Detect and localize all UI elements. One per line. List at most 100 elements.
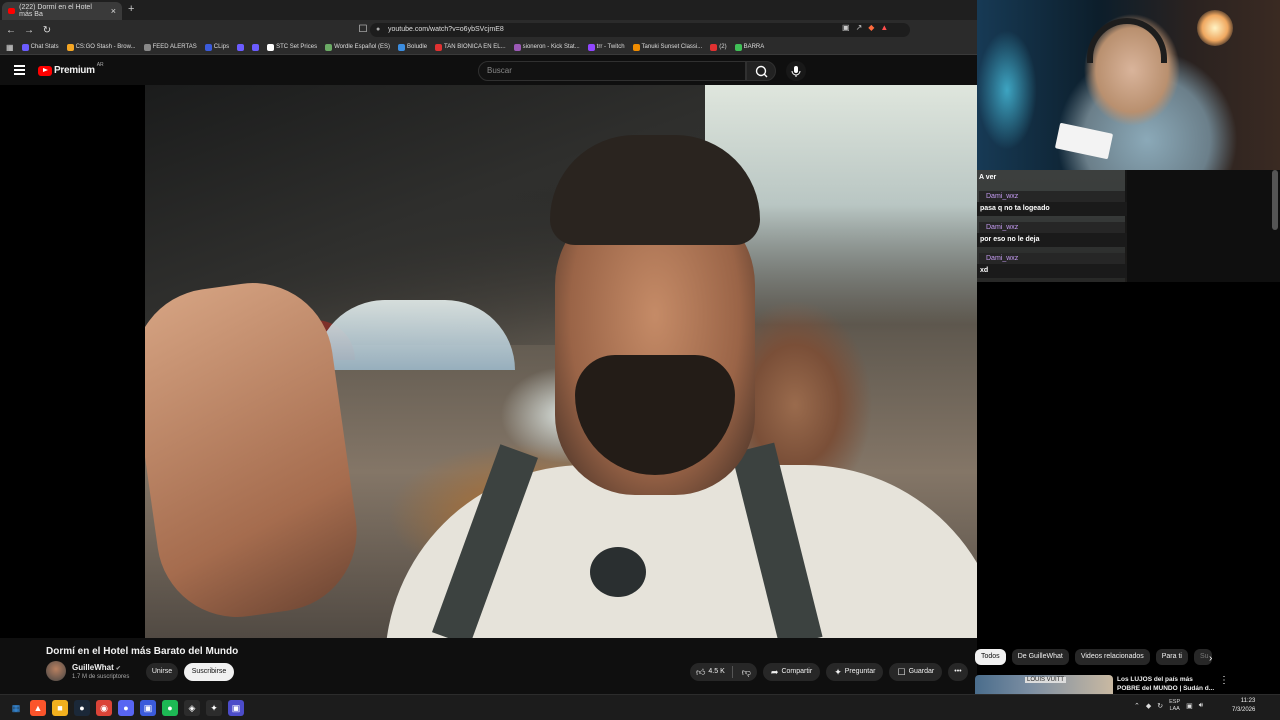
thumbs-down-icon: 👎︎ <box>741 667 751 677</box>
search-input[interactable]: Buscar <box>478 61 746 81</box>
subscribe-button[interactable]: Suscribirse <box>184 663 234 681</box>
share-page-icon[interactable]: ↗ <box>856 23 863 32</box>
webcam-lamp <box>1197 10 1233 46</box>
bookmarks-bar: ▦ Chat Stats CS:GO Stash - Brow... FEED … <box>0 40 977 55</box>
bookmark-item[interactable]: Boludle <box>398 43 427 51</box>
thumbs-up-icon: 👍︎ <box>696 667 706 677</box>
tray-sync-icon[interactable]: ↻ <box>1157 702 1163 710</box>
language-indicator[interactable]: ESP LAA <box>1169 699 1180 713</box>
chevron-right-icon[interactable]: › <box>1209 653 1212 664</box>
bookmark-item[interactable]: Wordle Español (ES) <box>325 43 390 51</box>
chip-related[interactable]: Videos relacionados <box>1074 649 1150 665</box>
bookmark-favicon-icon <box>237 43 245 51</box>
chip-for-you[interactable]: Para ti <box>1155 649 1188 665</box>
close-tab-icon[interactable]: × <box>111 6 116 16</box>
join-button[interactable]: Unirse <box>146 663 178 681</box>
bookmark-item[interactable]: CS:GO Stash - Brow... <box>66 43 136 51</box>
channel-avatar[interactable] <box>46 661 66 681</box>
brave-browser-icon[interactable]: ▲ <box>30 700 46 716</box>
network-app-icon[interactable]: ✦ <box>206 700 222 716</box>
bookmark-item[interactable]: BARRA <box>734 43 764 51</box>
tray-app-icon[interactable]: ◆ <box>1146 702 1151 710</box>
bookmark-favicon-icon <box>734 43 742 51</box>
chat-username: Dami_wxz <box>979 222 1125 233</box>
bookmark-item[interactable]: STC Set Prices <box>267 43 317 51</box>
bookmark-item[interactable]: Chat Stats <box>21 43 59 51</box>
discord-icon[interactable]: ● <box>118 700 134 716</box>
sparkle-icon: ✦ <box>834 667 842 677</box>
youtube-logo[interactable]: Premium AR <box>38 62 104 76</box>
new-tab-button[interactable]: + <box>128 3 134 15</box>
video-lapel-mic <box>590 547 646 597</box>
chrome-icon[interactable]: ◉ <box>96 700 112 716</box>
tray-chevron-up-icon[interactable]: ⌃ <box>1134 702 1140 710</box>
chip-from-channel[interactable]: De GuilleWhat <box>1011 649 1069 665</box>
streamer-webcam <box>977 0 1280 170</box>
bookmark-item[interactable]: TAN BIONICA EN EL... <box>435 43 506 51</box>
save-button[interactable]: ☐ Guardar <box>889 663 943 681</box>
spotify-icon[interactable]: ● <box>162 700 178 716</box>
youtube-play-logo-icon <box>38 65 52 76</box>
steam-icon[interactable]: ● <box>74 700 90 716</box>
dislike-button[interactable]: 👎︎ <box>736 663 757 681</box>
recommendation-chips: Todos De GuilleWhat Videos relacionados … <box>975 649 1212 665</box>
bookmark-favicon-icon <box>435 43 443 51</box>
browser-tab-bar: (222) Dormí en el Hotel más Ba × + <box>0 0 977 20</box>
site-info-icon[interactable]: ● <box>376 23 380 37</box>
channel-name[interactable]: GuilleWhat ✔ <box>72 663 121 672</box>
bookmark-favicon-icon <box>204 43 212 51</box>
bookmark-favicon-icon <box>325 43 333 51</box>
forward-arrow-icon[interactable]: → <box>22 25 36 36</box>
monitor-app-icon[interactable]: ▣ <box>140 700 156 716</box>
more-vertical-icon[interactable]: ⋮ <box>1219 675 1229 686</box>
system-clock[interactable]: 11:23 7/3/2026 <box>1232 697 1255 715</box>
bookmark-item[interactable]: (2) <box>710 43 727 51</box>
bookmark-star-icon[interactable]: ☐ <box>356 24 370 35</box>
webcam-led-glow <box>977 30 1037 150</box>
app-icon[interactable]: ◈ <box>184 700 200 716</box>
system-tray: ⌃ ◆ ↻ ESP LAA ▣ 🔊︎ <box>1134 699 1203 713</box>
windows-start-icon[interactable]: ▦ <box>8 700 24 716</box>
windows-taskbar: ▦ ▲ ■ ● ◉ ● ▣ ● ◈ ✦ ▣ ⌃ ◆ ↻ ESP LAA ▣ 🔊︎ … <box>0 694 1280 720</box>
like-button[interactable]: 👍︎ 4.5 K <box>690 663 729 681</box>
bookmark-favicon-icon <box>66 43 74 51</box>
file-explorer-icon[interactable]: ■ <box>52 700 68 716</box>
volume-icon[interactable]: 🔊︎ <box>1199 702 1203 710</box>
bookmark-favicon-icon <box>21 43 29 51</box>
page-scrollbar[interactable] <box>1272 170 1278 230</box>
hamburger-menu-icon[interactable] <box>14 65 25 75</box>
reload-icon[interactable]: ↻ <box>40 25 54 36</box>
ask-button[interactable]: ✦ Preguntar <box>826 663 884 681</box>
bookmark-item[interactable] <box>252 43 260 51</box>
verified-check-icon: ✔ <box>115 666 121 672</box>
bookmark-item[interactable]: trr - Twitch <box>587 43 625 51</box>
bookmark-item[interactable]: sioneron - Kick Stat... <box>513 43 580 51</box>
bookmark-item[interactable] <box>237 43 245 51</box>
extension-shield-icon[interactable]: ◆ <box>868 23 874 32</box>
recommended-video-title[interactable]: Los LUJOS del país más POBRE del MUNDO |… <box>1117 675 1217 693</box>
thumbnail-sign: LOUIS VUITT <box>1025 677 1067 683</box>
back-arrow-icon[interactable]: ← <box>4 25 18 36</box>
obs-icon[interactable]: ▣ <box>228 700 244 716</box>
search-button[interactable] <box>746 61 776 81</box>
bookmark-item[interactable]: Tanuki Sunset Classi... <box>632 43 702 51</box>
bookmark-item[interactable]: FEED ALERTAS <box>143 43 197 51</box>
share-button[interactable]: ➦ Compartir <box>762 663 821 681</box>
apps-grid-icon[interactable]: ▦ <box>6 43 14 52</box>
bookmark-favicon-icon <box>632 43 640 51</box>
more-actions-button[interactable]: ••• <box>948 663 968 681</box>
youtube-favicon-icon <box>8 8 16 14</box>
right-panel-background <box>977 282 1280 694</box>
network-icon[interactable]: ▣ <box>1186 702 1193 710</box>
microphone-icon <box>791 66 801 77</box>
recommended-video-thumbnail[interactable]: LOUIS VUITT <box>975 675 1113 694</box>
browser-tab[interactable]: (222) Dormí en el Hotel más Ba × <box>2 2 122 20</box>
install-icon[interactable]: ▣ <box>842 23 850 32</box>
bookmark-favicon-icon <box>587 43 595 51</box>
chip-all[interactable]: Todos <box>975 649 1006 665</box>
voice-search-button[interactable] <box>786 61 806 81</box>
url-bar[interactable]: ● youtube.com/watch?v=o6ybSVcjmE8 <box>370 23 910 37</box>
bookmark-item[interactable]: CLips <box>204 43 229 51</box>
extension-alert-icon[interactable]: ▲ <box>880 23 888 32</box>
chat-message-text: A ver <box>979 174 997 181</box>
